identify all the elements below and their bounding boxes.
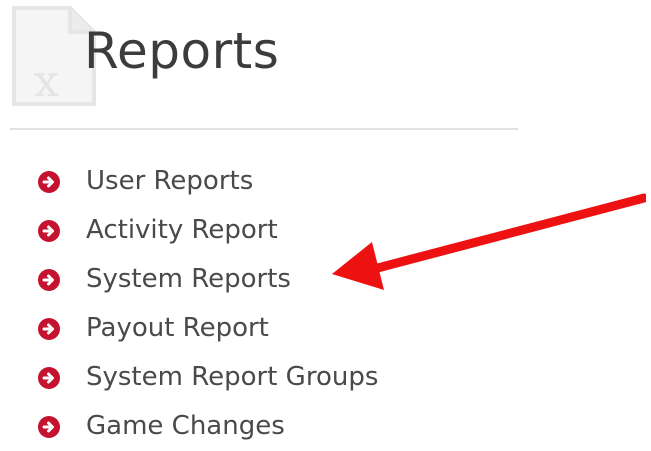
report-link-label[interactable]: Payout Report (86, 311, 269, 345)
header-divider (10, 128, 518, 130)
report-link-label[interactable]: System Report Groups (86, 360, 378, 394)
report-link-system-report-groups[interactable]: System Report Groups (0, 356, 520, 400)
report-link-label[interactable]: Game Changes (86, 409, 285, 443)
report-link-label[interactable]: Activity Report (86, 213, 278, 247)
report-link-payout-report[interactable]: Payout Report (0, 307, 520, 351)
report-link-label[interactable]: System Reports (86, 262, 291, 296)
circle-arrow-right-icon (38, 416, 60, 438)
svg-text:x: x (34, 56, 59, 107)
circle-arrow-right-icon (38, 318, 60, 340)
circle-arrow-right-icon (38, 220, 60, 242)
report-link-label[interactable]: User Reports (86, 164, 253, 198)
page-title: Reports (84, 22, 280, 80)
circle-arrow-right-icon (38, 171, 60, 193)
report-link-game-changes[interactable]: Game Changes (0, 405, 520, 449)
red-arrow-annotation-icon (332, 193, 646, 290)
circle-arrow-right-icon (38, 367, 60, 389)
circle-arrow-right-icon (38, 269, 60, 291)
